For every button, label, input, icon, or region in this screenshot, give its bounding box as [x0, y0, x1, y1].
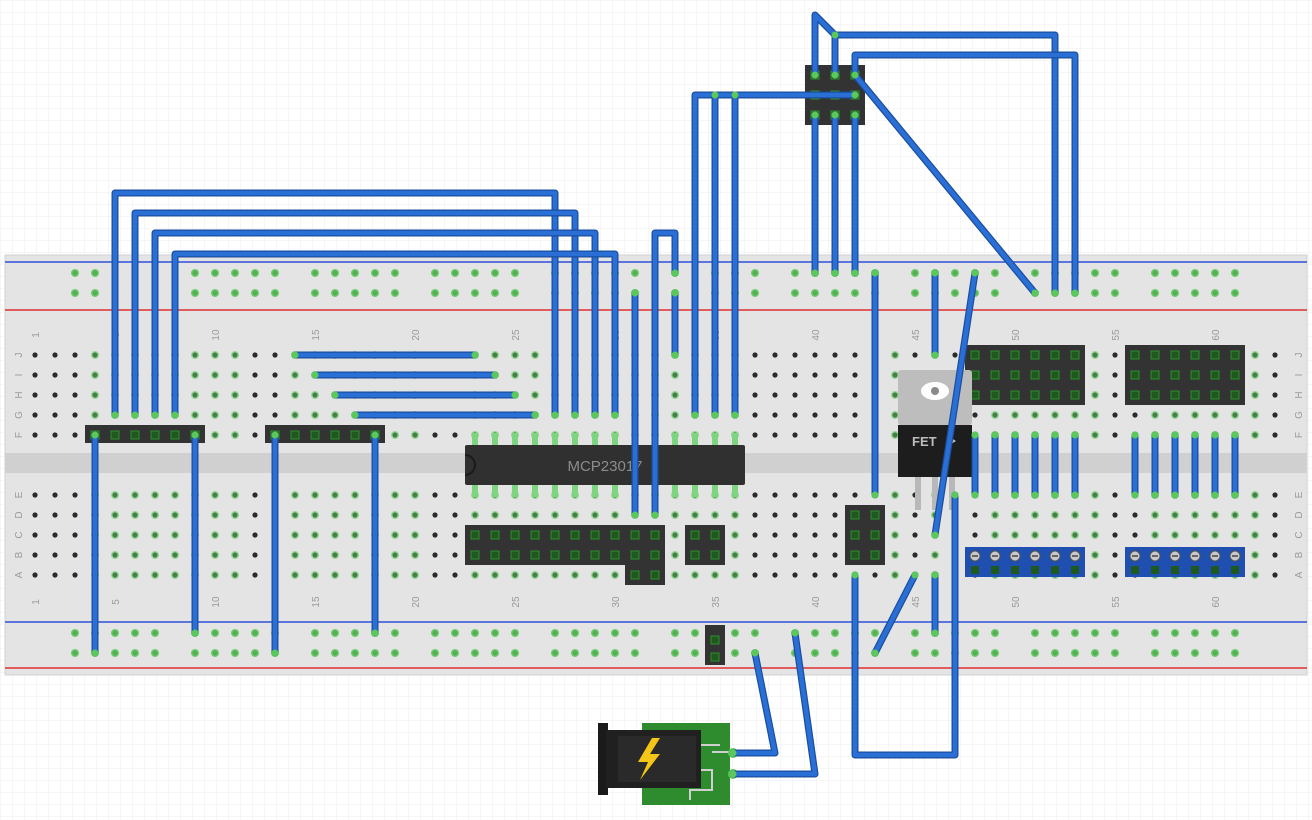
row-letter: E	[14, 491, 25, 498]
column-number: 50	[1011, 596, 1022, 608]
column-number: 35	[711, 596, 722, 608]
column-number: 50	[1011, 329, 1022, 341]
column-number: 40	[811, 329, 822, 341]
column-number: 10	[211, 329, 222, 341]
column-number: 30	[611, 596, 622, 608]
row-letter: A	[1294, 571, 1305, 578]
screw-terminal-1	[965, 547, 1085, 577]
screw-terminal-2	[1125, 547, 1245, 577]
row-letter: J	[1294, 353, 1305, 358]
row-letter: F	[1294, 432, 1305, 438]
female-header-2	[265, 425, 385, 443]
row-letter: H	[1294, 391, 1305, 398]
row-letter: D	[14, 511, 25, 518]
chip-label: MCP23017	[567, 458, 642, 475]
row-letter: E	[1294, 491, 1305, 498]
row-letter: I	[1294, 374, 1305, 377]
column-number: 25	[511, 329, 522, 341]
column-number: 20	[411, 596, 422, 608]
fet-label: FET	[912, 434, 937, 449]
column-number: 15	[311, 596, 322, 608]
fet-body	[898, 425, 972, 477]
column-number: 55	[1111, 596, 1122, 608]
female-header-block-2	[1125, 345, 1245, 405]
female-header-block-1	[965, 345, 1085, 405]
column-number: 1	[31, 599, 42, 605]
column-number: 40	[811, 596, 822, 608]
row-letter: I	[14, 374, 25, 377]
row-letter: G	[14, 411, 25, 419]
column-number: 45	[911, 329, 922, 341]
column-number: 55	[1111, 329, 1122, 341]
column-number: 10	[211, 596, 222, 608]
female-header-1	[85, 425, 205, 443]
row-letter: A	[14, 571, 25, 578]
column-number: 60	[1211, 596, 1222, 608]
column-number: 25	[511, 596, 522, 608]
row-letter: G	[1294, 411, 1305, 419]
column-number: 20	[411, 329, 422, 341]
breadboard-diagram: 1155101015152020252530303535404045455050…	[0, 0, 1312, 820]
row-letter: B	[1294, 551, 1305, 558]
column-number: 60	[1211, 329, 1222, 341]
column-number: 45	[911, 596, 922, 608]
column-number: 1	[31, 332, 42, 338]
row-letter: C	[14, 531, 25, 538]
row-letter: D	[1294, 511, 1305, 518]
row-letter: J	[14, 353, 25, 358]
column-number: 5	[111, 599, 122, 605]
row-letter: C	[1294, 531, 1305, 538]
row-letter: B	[14, 551, 25, 558]
column-number: 15	[311, 329, 322, 341]
row-letter: F	[14, 432, 25, 438]
row-letter: H	[14, 391, 25, 398]
